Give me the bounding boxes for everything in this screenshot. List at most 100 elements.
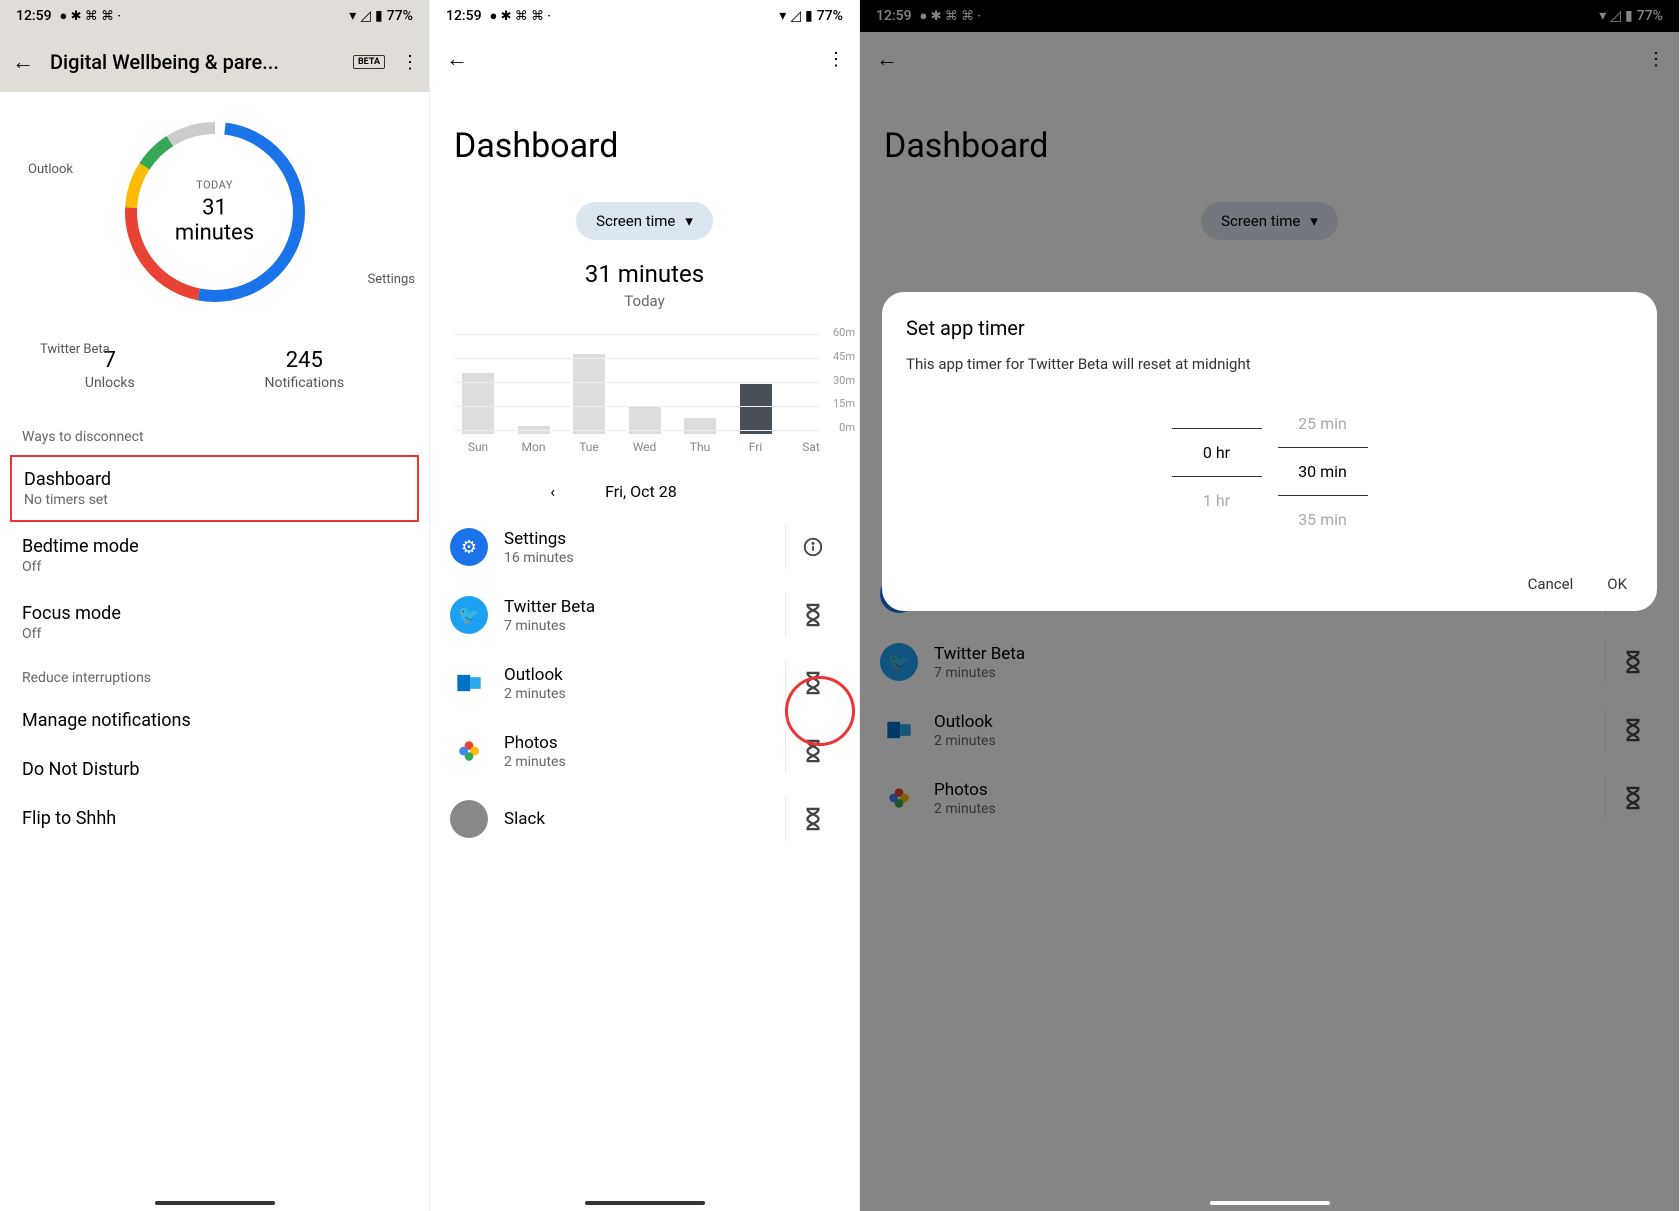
current-date: Fri, Oct 28 [605, 482, 677, 501]
app-name: Outlook [504, 665, 769, 685]
notifications-stat[interactable]: 245 Notifications [265, 348, 345, 391]
app-row-slack[interactable]: Slack [430, 785, 859, 853]
y-axis-labels: 60m 45m 30m 15m 0m [833, 326, 855, 434]
dashboard-title: Dashboard [24, 469, 405, 490]
chevron-down-icon: ▾ [685, 212, 693, 230]
wifi-icon: ▾ [779, 8, 786, 24]
status-notification-icons: ● ✱ ⌘ ⌘ · [490, 8, 551, 24]
ok-button[interactable]: OK [1607, 575, 1627, 593]
app-timer-button[interactable] [785, 593, 839, 637]
bar-label: Mon [522, 440, 546, 454]
hour-picker[interactable]: 0 hr 1 hr [1172, 400, 1262, 543]
status-bar: 12:59 ● ✱ ⌘ ⌘ · ▾ ◿ ▮ 77% [0, 0, 429, 32]
chip-label: Screen time [596, 212, 675, 230]
bar-fri[interactable]: Fri [736, 384, 776, 454]
minute-next[interactable]: 35 min [1278, 496, 1368, 543]
flip-to-shhh-item[interactable]: Flip to Shhh [0, 794, 429, 843]
focus-title: Focus mode [22, 603, 407, 624]
hour-next[interactable]: 1 hr [1172, 477, 1262, 524]
donut-label-twitter: Twitter Beta [40, 342, 110, 357]
app-header: ← ⋮ [430, 32, 859, 86]
dialog-title: Set app timer [906, 316, 1633, 340]
time-picker[interactable]: 0 hr 1 hr 25 min 30 min 35 min [906, 400, 1633, 543]
home-indicator[interactable] [1210, 1201, 1330, 1205]
bedtime-sub: Off [22, 559, 407, 575]
donut-label-settings: Settings [368, 272, 415, 287]
app-timer-button[interactable] [785, 797, 839, 841]
focus-sub: Off [22, 626, 407, 642]
status-time: 12:59 [16, 8, 52, 24]
usage-donut[interactable]: TODAY 31 minutes [115, 112, 315, 312]
app-time: 7 minutes [504, 618, 769, 634]
app-header: ← Digital Wellbeing & pare... BETA ⋮ [0, 32, 429, 92]
beta-badge: BETA [353, 55, 385, 69]
bar-sun[interactable]: Sun [458, 373, 498, 454]
minute-selected[interactable]: 30 min [1278, 447, 1368, 496]
status-bar: 12:59 ● ✱ ⌘ ⌘ · ▾ ◿ ▮ 77% [430, 0, 859, 32]
wifi-icon: ▾ [349, 8, 356, 24]
app-list: ⚙Settings16 minutes🐦Twitter Beta7 minute… [430, 513, 859, 853]
battery-percent: 77% [817, 8, 843, 24]
section-ways: Ways to disconnect [0, 415, 429, 455]
bar-label: Thu [690, 440, 710, 454]
battery-icon: ▮ [805, 8, 813, 24]
dialog-body: This app timer for Twitter Beta will res… [906, 354, 1633, 374]
battery-icon: ▮ [375, 8, 383, 24]
screen-time-chip[interactable]: Screen time ▾ [576, 202, 713, 240]
bar-label: Tue [579, 440, 599, 454]
usage-bar-chart[interactable]: 60m 45m 30m 15m 0m SunMonTueWedThuFriSat [430, 334, 859, 454]
app-time: 16 minutes [504, 550, 769, 566]
back-icon[interactable]: ← [446, 46, 468, 72]
status-time: 12:59 [446, 8, 482, 24]
home-indicator[interactable] [155, 1201, 275, 1205]
bar-sat[interactable]: Sat [791, 434, 831, 454]
unlocks-label: Unlocks [85, 375, 135, 391]
prev-day-icon[interactable]: ‹ [550, 482, 555, 501]
hour-selected[interactable]: 0 hr [1172, 428, 1262, 477]
manage-title: Manage notifications [22, 710, 407, 731]
focus-mode-item[interactable]: Focus mode Off [0, 589, 429, 656]
signal-icon: ◿ [790, 8, 801, 24]
minute-picker[interactable]: 25 min 30 min 35 min [1278, 400, 1368, 543]
bar-tue[interactable]: Tue [569, 354, 609, 454]
section-reduce: Reduce interruptions [0, 656, 429, 696]
app-time: 2 minutes [504, 686, 769, 702]
app-name: Twitter Beta [504, 597, 769, 617]
overflow-menu-icon[interactable]: ⋮ [827, 49, 843, 70]
donut-minutes: 31 minutes [165, 196, 265, 246]
app-time: 2 minutes [504, 754, 769, 770]
app-row-settings[interactable]: ⚙Settings16 minutes [430, 513, 859, 581]
dashboard-sub: No timers set [24, 492, 405, 508]
page-title: Dashboard [430, 86, 859, 196]
bedtime-title: Bedtime mode [22, 536, 407, 557]
set-app-timer-dialog: Set app timer This app timer for Twitter… [882, 292, 1657, 611]
bar-label: Sat [802, 440, 820, 454]
donut-label-outlook: Outlook [28, 162, 73, 177]
page-title: Digital Wellbeing & pare... [50, 50, 337, 74]
hourglass-highlight-circle [785, 676, 855, 746]
notifications-value: 245 [265, 348, 345, 373]
dnd-item[interactable]: Do Not Disturb [0, 745, 429, 794]
usage-donut-section: Outlook Settings Twitter Beta TODAY 31 m… [0, 92, 429, 332]
app-row-twitter-beta[interactable]: 🐦Twitter Beta7 minutes [430, 581, 859, 649]
manage-notifications-item[interactable]: Manage notifications [0, 696, 429, 745]
back-icon[interactable]: ← [12, 49, 34, 75]
minute-prev[interactable]: 25 min [1278, 400, 1368, 447]
app-name: Slack [504, 809, 769, 829]
bar-label: Sun [468, 440, 488, 454]
app-timer-button[interactable] [785, 525, 839, 569]
date-nav: ‹ Fri, Oct 28 [430, 454, 859, 513]
bedtime-mode-item[interactable]: Bedtime mode Off [0, 522, 429, 589]
cancel-button[interactable]: Cancel [1528, 575, 1574, 593]
overflow-menu-icon[interactable]: ⋮ [401, 52, 417, 73]
home-indicator[interactable] [585, 1201, 705, 1205]
notifications-label: Notifications [265, 375, 345, 391]
hour-prev[interactable] [1172, 400, 1262, 428]
dashboard-item-highlighted[interactable]: Dashboard No timers set [10, 455, 419, 522]
app-name: Photos [504, 733, 769, 753]
bar-thu[interactable]: Thu [680, 418, 720, 454]
donut-today-label: TODAY [165, 179, 265, 192]
dnd-title: Do Not Disturb [22, 759, 407, 780]
bar-label: Fri [749, 440, 762, 454]
total-minutes: 31 minutes [430, 260, 859, 288]
